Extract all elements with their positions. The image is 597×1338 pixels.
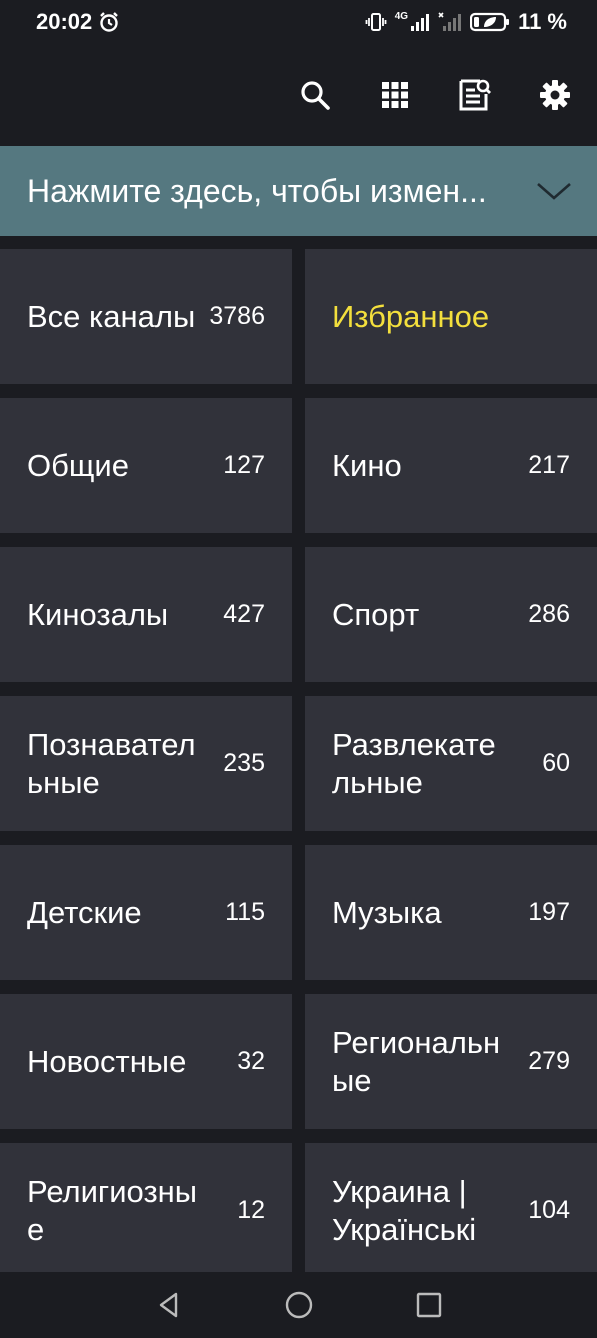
- alarm-icon: [98, 11, 120, 33]
- category-name: Новостные: [27, 1043, 187, 1079]
- category-favorites[interactable]: Избранное: [305, 249, 597, 384]
- category-name: Познавательные: [27, 726, 196, 800]
- apps-grid-icon[interactable]: [375, 75, 415, 115]
- category-count: 3786: [209, 302, 265, 330]
- category-grid: Все каналы 3786 Избранное Общие 127 Кино…: [0, 249, 597, 1278]
- category-count: 217: [528, 451, 570, 479]
- chevron-down-icon: [535, 179, 573, 203]
- category-all-channels[interactable]: Все каналы 3786: [0, 249, 292, 384]
- category-count: 286: [528, 600, 570, 628]
- category-name: Религиозные: [27, 1173, 198, 1247]
- category-movies[interactable]: Кино 217: [305, 398, 597, 533]
- home-icon[interactable]: [279, 1285, 319, 1325]
- settings-icon[interactable]: [535, 75, 575, 115]
- tv-guide-icon[interactable]: [455, 75, 495, 115]
- signal-icon: 4G: [395, 12, 430, 32]
- category-name: Спорт: [332, 596, 420, 632]
- category-count: 197: [528, 898, 570, 926]
- group-selector-label: Нажмите здесь, чтобы измен...: [27, 172, 487, 209]
- network-type: 4G: [394, 11, 409, 22]
- status-bar: 20:02 4G 11 %: [0, 0, 597, 44]
- category-count: 235: [223, 749, 265, 777]
- status-left: 20:02: [36, 9, 120, 35]
- category-count: 279: [528, 1047, 570, 1075]
- group-selector[interactable]: Нажмите здесь, чтобы измен...: [0, 146, 597, 236]
- category-news[interactable]: Новостные 32: [0, 994, 292, 1129]
- category-count: 115: [225, 898, 265, 926]
- category-religious[interactable]: Религиозные 12: [0, 1143, 292, 1278]
- category-count: 32: [237, 1047, 265, 1075]
- category-sport[interactable]: Спорт 286: [305, 547, 597, 682]
- category-name: Общие: [27, 447, 129, 483]
- no-signal-icon: [438, 12, 462, 32]
- screen: 20:02 4G 11 % Нажмите здесь, чтобы измен…: [0, 0, 597, 1338]
- vibrate-icon: [365, 11, 387, 33]
- category-regional[interactable]: Региональные 279: [305, 994, 597, 1129]
- category-ukraine[interactable]: Украина | Українські 104: [305, 1143, 597, 1278]
- category-general[interactable]: Общие 127: [0, 398, 292, 533]
- clock: 20:02: [36, 9, 93, 34]
- battery-level: 11 %: [518, 9, 567, 34]
- category-count: 12: [237, 1196, 265, 1224]
- category-name: Кино: [332, 447, 402, 483]
- category-count: 427: [223, 600, 265, 628]
- category-name: Региональные: [332, 1024, 501, 1098]
- category-educational[interactable]: Познавательные 235: [0, 696, 292, 831]
- toolbar: [0, 44, 597, 146]
- category-name: Все каналы: [27, 298, 196, 334]
- category-name: Детские: [27, 894, 142, 930]
- navigation-bar: [0, 1272, 597, 1338]
- category-name: Музыка: [332, 894, 442, 930]
- category-music[interactable]: Музыка 197: [305, 845, 597, 980]
- status-right: 4G 11 %: [365, 9, 567, 35]
- category-count: 127: [223, 451, 265, 479]
- category-name: Избранное: [332, 298, 490, 334]
- category-cinemas[interactable]: Кинозалы 427: [0, 547, 292, 682]
- category-name: Развлекательные: [332, 726, 496, 800]
- category-count: 104: [528, 1196, 570, 1224]
- category-entertainment[interactable]: Развлекательные 60: [305, 696, 597, 831]
- category-kids[interactable]: Детские 115: [0, 845, 292, 980]
- battery-icon: [470, 11, 510, 33]
- category-count: 60: [542, 749, 570, 777]
- category-name: Кинозалы: [27, 596, 169, 632]
- category-name: Украина | Українські: [332, 1173, 477, 1247]
- search-icon[interactable]: [295, 75, 335, 115]
- back-icon[interactable]: [149, 1285, 189, 1325]
- recents-icon[interactable]: [409, 1285, 449, 1325]
